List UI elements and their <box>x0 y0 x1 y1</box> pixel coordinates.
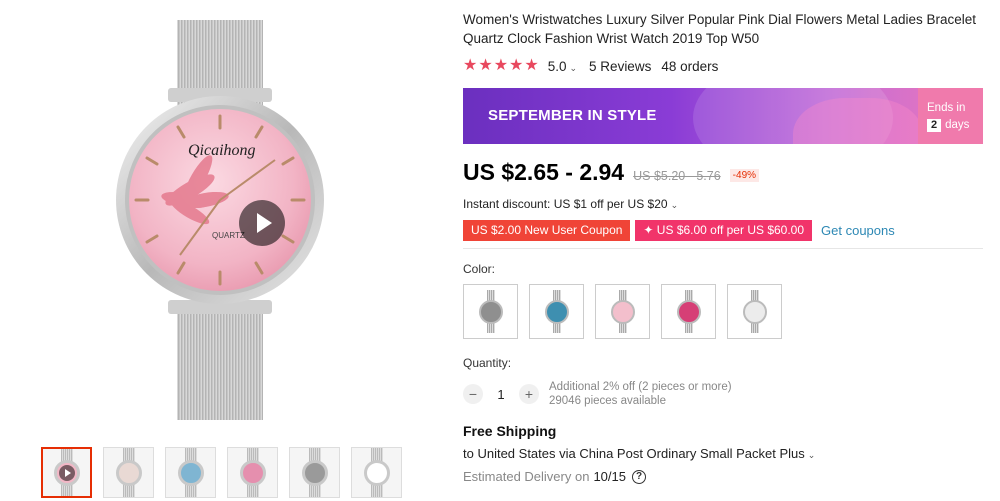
quantity-increase-button[interactable]: + <box>519 384 539 404</box>
quantity-label: Quantity: <box>463 356 512 370</box>
delivery-label: Estimated Delivery on <box>463 469 590 484</box>
blue-thumbnail[interactable] <box>165 447 216 498</box>
color-label: Color: <box>463 262 496 276</box>
shipping-title: Free Shipping <box>463 423 557 439</box>
chevron-down-icon: ⌄ <box>569 62 578 73</box>
instant-discount-dropdown[interactable]: Instant discount: US $1 off per US $20 ⌄ <box>463 197 988 211</box>
stock-available: 29046 pieces available <box>549 395 667 407</box>
promo-title: SEPTEMBER IN STYLE <box>488 107 657 124</box>
gray-thumbnail[interactable] <box>289 447 340 498</box>
quantity-stepper: − 1 + Additional 2% off (2 pieces or mor… <box>463 380 988 408</box>
ends-label: Ends in <box>927 102 966 114</box>
color-option-white[interactable] <box>727 284 782 339</box>
rating-stars: ★ ★ ★ ★ ★ <box>463 58 539 74</box>
watch-face <box>478 299 503 324</box>
watch-face <box>676 299 701 324</box>
watch-face <box>610 299 635 324</box>
star-icon: ★ <box>478 57 493 74</box>
instant-discount-text: Instant discount: US $1 off per US $20 <box>463 197 668 211</box>
watch-face <box>177 459 204 486</box>
coupon-row: US $2.00 New User Coupon ✦ US $6.00 off … <box>463 220 988 241</box>
days-label: days <box>945 119 970 131</box>
shipping-method: to United States via China Post Ordinary… <box>463 446 805 461</box>
size-chart-thumbnail[interactable] <box>351 447 402 498</box>
quantity-input[interactable]: 1 <box>483 387 519 402</box>
lifestyle-thumbnail[interactable] <box>103 447 154 498</box>
estimated-delivery: Estimated Delivery on 10/15 ? <box>463 469 988 484</box>
chevron-down-icon: ⌄ <box>807 450 816 460</box>
discount-badge: -49% <box>729 169 760 182</box>
brand-text: Qicaihong <box>188 142 256 159</box>
reviews-link[interactable]: 5 Reviews <box>589 59 651 74</box>
star-icon: ★ <box>524 57 539 74</box>
play-video-button[interactable] <box>239 200 285 246</box>
current-price: US $2.65 - 2.94 <box>463 159 625 185</box>
delivery-date: 10/15 <box>593 469 626 484</box>
pink-flowers-thumbnail[interactable] <box>227 447 278 498</box>
rating-value: 5.0 <box>547 58 567 74</box>
dial-text: QUARTZ <box>212 231 245 240</box>
watch-face <box>115 459 142 486</box>
color-option-pink[interactable] <box>595 284 650 339</box>
price-row: US $2.65 - 2.94 US $5.20 - 5.76 -49% <box>463 159 988 186</box>
orders-count: 48 orders <box>661 58 719 74</box>
quantity-note: Additional 2% off (2 pieces or more) 290… <box>549 380 732 408</box>
new-user-coupon[interactable]: US $2.00 New User Coupon <box>463 220 631 241</box>
shipping-method-dropdown[interactable]: to United States via China Post Ordinary… <box>463 446 988 461</box>
quantity-decrease-button[interactable]: − <box>463 384 483 404</box>
thumbnail-strip <box>41 447 402 498</box>
lower-band <box>177 300 263 420</box>
watch-face <box>239 459 266 486</box>
color-option-rose[interactable] <box>661 284 716 339</box>
play-icon <box>58 464 75 481</box>
star-icon: ★ <box>509 57 524 74</box>
watch-face <box>742 299 767 324</box>
watch-illustration: Qicaihong QUARTZ <box>116 20 324 420</box>
chevron-down-icon: ⌄ <box>670 200 679 210</box>
watch-face <box>363 459 390 486</box>
promo-banner[interactable]: SEPTEMBER IN STYLE Ends in 2 days <box>463 88 983 144</box>
star-icon: ★ <box>493 57 509 74</box>
watch-face <box>544 299 569 324</box>
bulk-discount-note: Additional 2% off (2 pieces or more) <box>549 381 732 393</box>
days-number: 2 <box>927 119 942 132</box>
countdown: Ends in 2 days <box>918 88 983 144</box>
color-swatches <box>463 284 988 339</box>
product-info: Women's Wristwatches Luxury Silver Popul… <box>463 10 988 484</box>
play-icon <box>256 213 272 233</box>
divider <box>463 248 983 249</box>
help-icon[interactable]: ? <box>632 469 646 484</box>
star-icon: ★ <box>463 57 478 74</box>
original-price: US $5.20 - 5.76 <box>633 169 721 183</box>
watch-face <box>301 459 328 486</box>
rating-row: ★ ★ ★ ★ ★ 5.0 ⌄ 5 Reviews 48 orders <box>463 56 988 76</box>
rating-dropdown[interactable]: 5.0 ⌄ <box>548 59 577 74</box>
get-coupons-link[interactable]: Get coupons <box>821 223 895 238</box>
store-coupon[interactable]: ✦ US $6.00 off per US $60.00 <box>635 220 813 241</box>
color-option-gray[interactable] <box>463 284 518 339</box>
color-option-blue[interactable] <box>529 284 584 339</box>
video-thumbnail[interactable] <box>41 447 92 498</box>
product-title: Women's Wristwatches Luxury Silver Popul… <box>463 12 977 46</box>
main-product-image[interactable]: Qicaihong QUARTZ <box>40 0 420 430</box>
